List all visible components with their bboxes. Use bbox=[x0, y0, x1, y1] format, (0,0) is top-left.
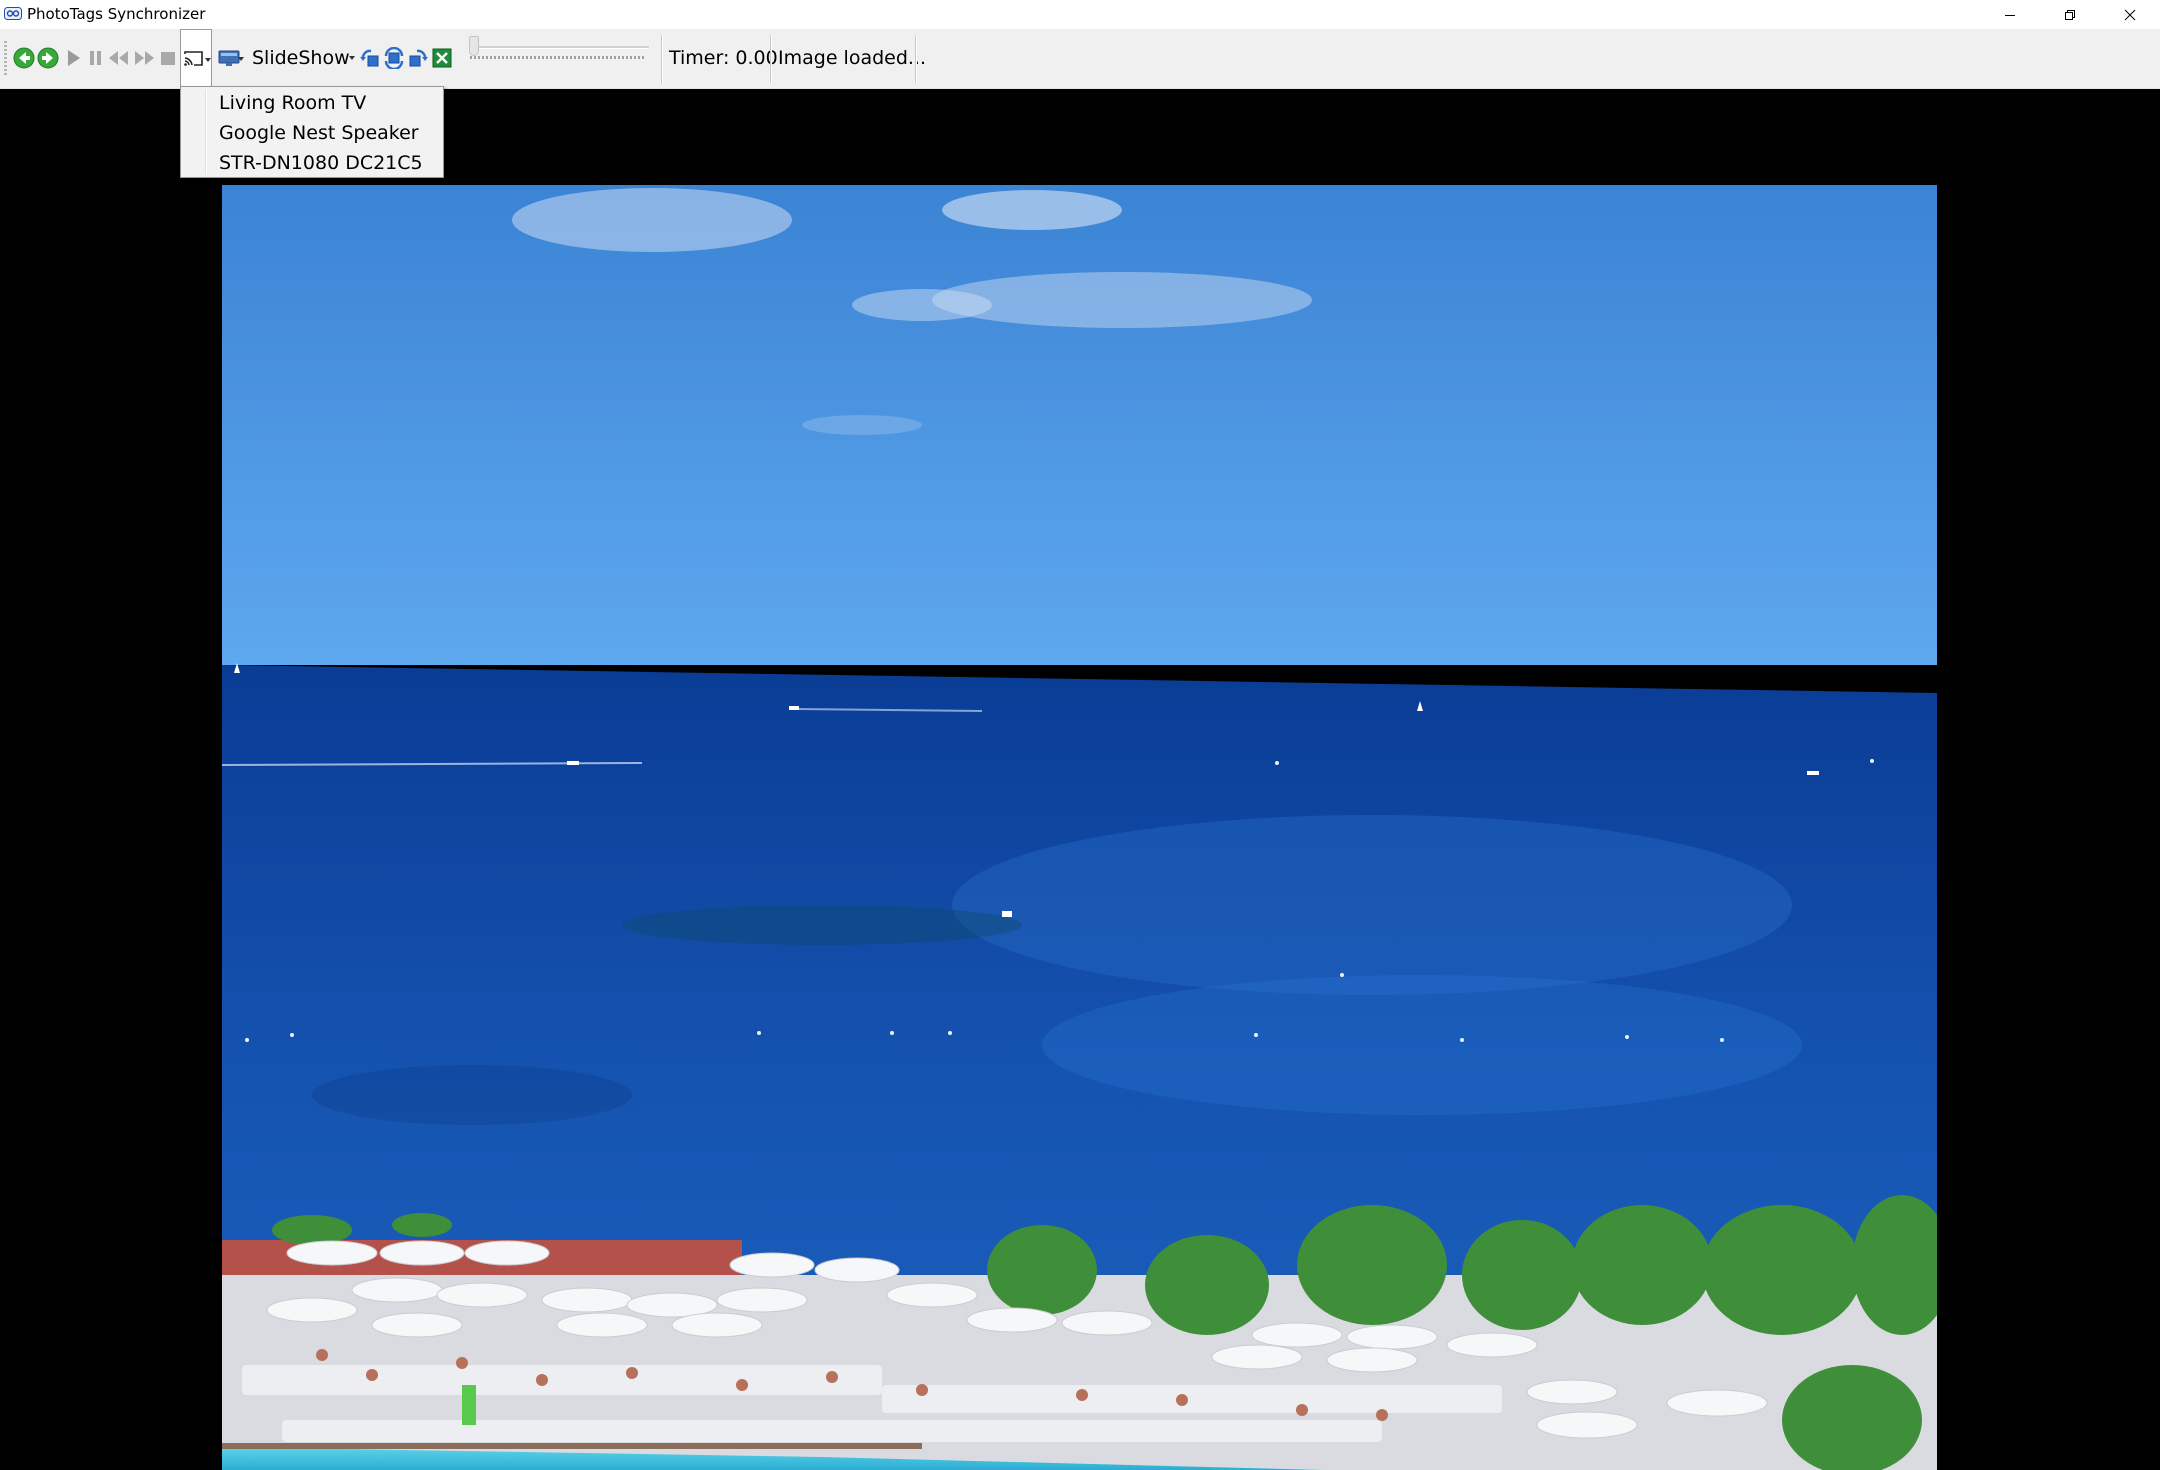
separator bbox=[770, 35, 772, 83]
slider-ticks bbox=[470, 56, 644, 59]
rotate-180-icon bbox=[383, 47, 405, 69]
stop-button[interactable] bbox=[157, 45, 179, 71]
next-green-icon bbox=[37, 47, 59, 69]
timer-label: Timer: 0.00 bbox=[669, 47, 778, 69]
monitor-dropdown-button[interactable] bbox=[214, 45, 244, 71]
monitor-icon bbox=[218, 48, 240, 68]
restore-icon bbox=[2064, 9, 2076, 21]
chevron-down-icon[interactable] bbox=[349, 56, 355, 60]
close-window-button[interactable] bbox=[2100, 0, 2160, 29]
chevron-down-icon bbox=[205, 58, 211, 62]
cast-device-menu: Living Room TV Google Nest Speaker STR-D… bbox=[180, 86, 444, 178]
menu-item-str-dn1080[interactable]: STR-DN1080 DC21C5 bbox=[219, 152, 423, 174]
pause-button[interactable] bbox=[85, 45, 107, 71]
play-button[interactable] bbox=[61, 45, 85, 71]
image-viewer bbox=[0, 89, 2160, 1470]
restore-button[interactable] bbox=[2040, 0, 2100, 29]
minimize-button[interactable] bbox=[1980, 0, 2040, 29]
slideshow-speed-slider[interactable] bbox=[469, 36, 649, 56]
previous-button[interactable] bbox=[12, 45, 36, 71]
rewind-icon bbox=[107, 48, 131, 68]
close-icon bbox=[2124, 9, 2136, 21]
previous-green-icon bbox=[13, 47, 35, 69]
phototags-app-icon bbox=[4, 7, 22, 20]
fast-forward-button[interactable] bbox=[132, 45, 156, 71]
close-excel-icon bbox=[432, 48, 452, 68]
play-icon bbox=[63, 48, 83, 68]
slideshow-toolbar: SlideShow Timer: 0.00 Image loaded... bbox=[0, 29, 2160, 89]
separator bbox=[661, 35, 663, 83]
slideshow-label[interactable]: SlideShow bbox=[252, 47, 350, 69]
cast-dropdown-button[interactable] bbox=[180, 29, 212, 88]
slider-track-line bbox=[469, 46, 649, 49]
close-slideshow-button[interactable] bbox=[430, 45, 454, 71]
toolbar-grip[interactable] bbox=[4, 41, 7, 75]
slider-thumb[interactable] bbox=[469, 36, 479, 56]
next-button[interactable] bbox=[36, 45, 60, 71]
rotate-left-button[interactable] bbox=[358, 45, 382, 71]
rotate-right-button[interactable] bbox=[406, 45, 430, 71]
rotate-right-icon bbox=[407, 47, 429, 69]
minimize-icon bbox=[2004, 9, 2016, 21]
menu-item-living-room-tv[interactable]: Living Room TV bbox=[219, 92, 366, 114]
title-bar: PhotoTags Synchronizer bbox=[0, 0, 2160, 29]
slideshow-photo[interactable] bbox=[222, 185, 1937, 1470]
rotate-left-icon bbox=[359, 47, 381, 69]
menu-item-google-nest-speaker[interactable]: Google Nest Speaker bbox=[219, 122, 419, 144]
status-label: Image loaded... bbox=[778, 47, 927, 69]
menu-gutter bbox=[205, 90, 207, 174]
separator bbox=[915, 35, 917, 83]
stop-icon bbox=[159, 49, 177, 67]
fast-forward-icon bbox=[132, 48, 156, 68]
rewind-button[interactable] bbox=[107, 45, 131, 71]
pause-icon bbox=[87, 48, 105, 68]
window-title: PhotoTags Synchronizer bbox=[27, 5, 206, 23]
cast-icon bbox=[183, 50, 205, 73]
chevron-down-icon bbox=[238, 57, 244, 61]
rotate-180-button[interactable] bbox=[382, 45, 406, 71]
